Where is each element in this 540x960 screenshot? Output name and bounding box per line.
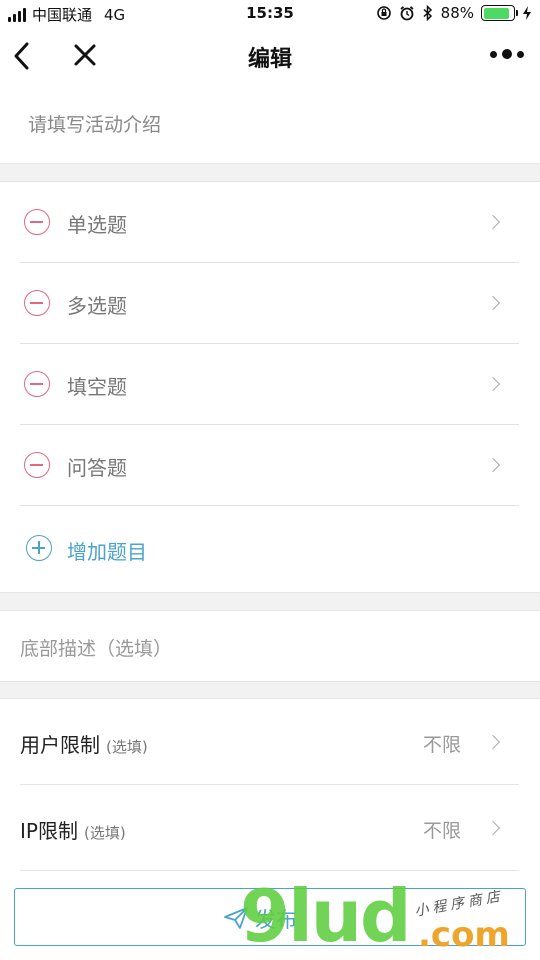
add-question-label: 增加题目 <box>67 540 147 564</box>
question-label: 多选题 <box>67 294 127 318</box>
question-row-fill-blank[interactable]: 填空题 <box>20 344 519 425</box>
question-row-single-choice[interactable]: 单选题 <box>20 182 519 263</box>
remove-icon[interactable] <box>24 452 50 478</box>
limit-title: 用户限制 <box>20 733 100 757</box>
watermark-logo: 9lud <box>240 874 412 958</box>
limit-title: IP限制 <box>20 819 78 843</box>
question-label: 填空题 <box>67 375 127 399</box>
footer-description-field[interactable]: 底部描述（选填） <box>0 610 540 682</box>
limits-section: 用户限制 (选填) 不限 IP限制 (选填) 不限 <box>0 698 540 878</box>
battery-level <box>483 7 510 19</box>
question-list: 单选题 多选题 填空题 问答题 增加题目 <box>0 181 540 593</box>
activity-intro-placeholder: 请填写活动介绍 <box>28 114 162 136</box>
orientation-lock-icon <box>376 6 391 20</box>
nav-bar: 编辑 <box>0 28 540 84</box>
add-icon[interactable] <box>26 535 52 561</box>
chevron-right-icon <box>485 734 501 750</box>
ip-limit-label: IP限制 (选填) <box>20 815 126 844</box>
question-label: 单选题 <box>67 213 127 237</box>
battery-icon <box>481 5 518 21</box>
footer-description-placeholder: 底部描述（选填） <box>20 638 173 660</box>
add-question-button[interactable]: 增加题目 <box>20 514 519 584</box>
chevron-right-icon <box>485 295 501 311</box>
limit-optional: (选填) <box>83 824 126 842</box>
alarm-icon <box>400 6 414 21</box>
remove-icon[interactable] <box>24 371 50 397</box>
remove-icon[interactable] <box>24 209 50 235</box>
question-row-qa[interactable]: 问答题 <box>20 425 519 506</box>
chevron-right-icon <box>485 820 501 836</box>
limit-optional: (选填) <box>106 738 148 756</box>
status-right: 88% <box>376 4 532 22</box>
user-limit-value: 不限 <box>422 734 461 756</box>
battery-percent: 88% <box>440 4 474 22</box>
activity-intro-field[interactable]: 请填写活动介绍 <box>0 84 540 164</box>
ip-limit-row[interactable]: IP限制 (选填) 不限 <box>20 785 519 871</box>
charging-icon <box>523 6 531 20</box>
page-title: 编辑 <box>247 47 292 72</box>
chevron-right-icon <box>485 457 501 473</box>
watermark-domain: .com <box>418 915 510 955</box>
chevron-right-icon <box>485 214 501 230</box>
remove-icon[interactable] <box>24 290 50 316</box>
more-icon[interactable] <box>490 44 524 64</box>
question-label: 问答题 <box>67 456 127 480</box>
chevron-right-icon <box>485 376 501 392</box>
user-limit-label: 用户限制 (选填) <box>20 729 148 758</box>
question-row-multiple-choice[interactable]: 多选题 <box>20 263 519 344</box>
ip-limit-value: 不限 <box>422 820 461 842</box>
status-bar: 中国联通 4G 15:35 88% <box>0 0 540 28</box>
user-limit-row[interactable]: 用户限制 (选填) 不限 <box>20 699 519 785</box>
bluetooth-icon <box>423 5 432 21</box>
